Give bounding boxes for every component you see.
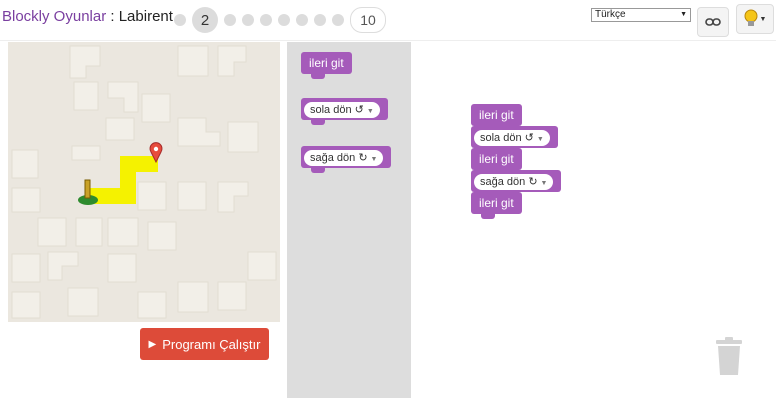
level-4-dot[interactable] (242, 14, 254, 26)
page-title: Blockly Oyunlar : Labirent (2, 8, 173, 25)
dropdown-arrow-icon: ▼ (370, 156, 378, 163)
toolbox-move-forward-block[interactable]: ileri git (301, 52, 352, 79)
program-turn-right-block[interactable]: sağa dön ↻ ▼ (471, 170, 562, 192)
link-button[interactable] (697, 7, 729, 37)
maze-map (11, 45, 277, 319)
level-7-dot[interactable] (296, 14, 308, 26)
run-program-label: Programı Çalıştır (162, 336, 261, 352)
level-last[interactable]: 10 (350, 7, 386, 33)
toolbox-turn-right-block[interactable]: sağa dön ↻ ▼ (301, 146, 392, 173)
program-turn-left-block[interactable]: sola dön ↺ ▼ (471, 126, 558, 148)
run-program-button[interactable]: ▶ Programı Çalıştır (140, 328, 269, 360)
turn-direction-dropdown[interactable]: sağa dön ↻ ▼ (474, 174, 554, 190)
level-9-dot[interactable] (332, 14, 344, 26)
block-label: ileri git (479, 196, 514, 210)
dropdown-arrow-icon: ▼ (540, 180, 548, 187)
turn-direction-dropdown[interactable]: sağa dön ↻ ▼ (304, 150, 384, 166)
trash-can-icon[interactable] (714, 336, 744, 381)
language-select[interactable]: Türkçe ▼ (591, 8, 691, 22)
play-icon: ▶ (148, 338, 157, 350)
level-1-dot[interactable] (174, 14, 186, 26)
lightbulb-icon (744, 9, 758, 26)
level-selector: 2 10 (174, 7, 386, 33)
level-3-dot[interactable] (224, 14, 236, 26)
level-current[interactable]: 2 (192, 7, 218, 33)
block-label: ileri git (479, 152, 514, 166)
turn-direction-dropdown[interactable]: sola dön ↺ ▼ (474, 130, 550, 146)
maze-canvas (8, 42, 280, 322)
program-move-forward-block[interactable]: ileri git (471, 192, 522, 219)
header-divider (0, 40, 776, 41)
toolbox-turn-left-block[interactable]: sola dön ↺ ▼ (301, 98, 388, 125)
block-label: ileri git (309, 56, 344, 70)
dropdown-arrow-icon: ▼ (680, 11, 687, 18)
turn-direction-dropdown[interactable]: sola dön ↺ ▼ (304, 102, 380, 118)
chevron-down-icon: ▼ (759, 15, 767, 23)
title-separator: : (106, 8, 119, 25)
help-button[interactable]: ▼ (736, 4, 774, 34)
app-name[interactable]: Blockly Oyunlar (2, 8, 106, 25)
dropdown-arrow-icon: ▼ (536, 136, 544, 143)
block-label: ileri git (479, 108, 514, 122)
program-move-forward-block[interactable]: ileri git (471, 104, 522, 126)
language-select-value: Türkçe (595, 9, 626, 20)
level-8-dot[interactable] (314, 14, 326, 26)
block-toolbox: ileri git sola dön ↺ ▼ sağa dön ↻ ▼ (287, 42, 411, 398)
link-icon (705, 18, 721, 26)
level-5-dot[interactable] (260, 14, 272, 26)
level-6-dot[interactable] (278, 14, 290, 26)
dropdown-arrow-icon: ▼ (366, 108, 374, 115)
game-name: Labirent (118, 8, 173, 25)
program-move-forward-block[interactable]: ileri git (471, 148, 522, 170)
